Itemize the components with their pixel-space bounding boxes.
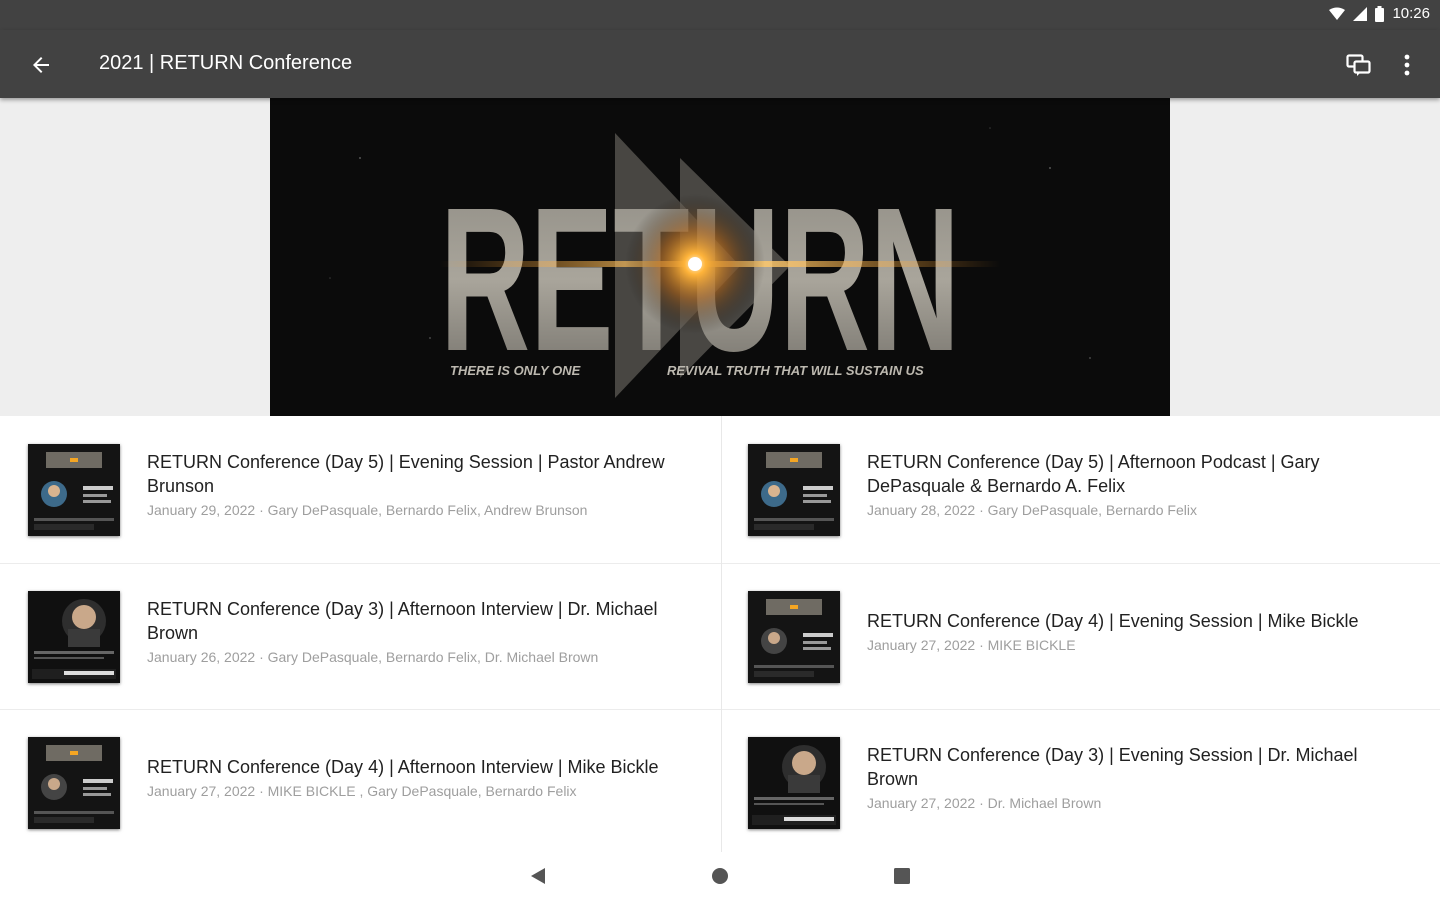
hero-artwork: RETURN THERE IS ONLY ONE REVIVAL TRUTH T… — [270, 98, 1170, 416]
hero-banner: RETURN THERE IS ONLY ONE REVIVAL TRUTH T… — [270, 98, 1170, 416]
battery-icon — [1375, 5, 1385, 22]
podcast-artwork — [748, 591, 840, 683]
episode-meta: January 29, 2022 · Gary DePasquale, Bern… — [147, 502, 588, 518]
system-nav-bar — [0, 852, 1440, 900]
more-vertical-icon — [1404, 54, 1410, 76]
status-icons: 10:26 — [1329, 5, 1430, 22]
episode-text: RETURN Conference (Day 3) | Afternoon In… — [147, 563, 687, 703]
episode-meta: January 26, 2022 · Gary DePasquale, Bern… — [147, 649, 599, 665]
nav-back-icon — [531, 868, 545, 884]
episode-thumbnail — [28, 591, 120, 683]
episode-thumbnail — [28, 737, 120, 829]
episode-item[interactable]: RETURN Conference (Day 3) | Evening Sess… — [720, 709, 1420, 849]
nav-recents-icon — [894, 868, 910, 884]
episode-text: RETURN Conference (Day 4) | Afternoon In… — [147, 709, 687, 849]
episode-text: RETURN Conference (Day 3) | Evening Sess… — [867, 709, 1407, 849]
status-bar: 10:26 — [0, 0, 1440, 30]
more-options-button[interactable] — [1388, 46, 1426, 84]
episode-thumbnail — [28, 444, 120, 536]
episode-text: RETURN Conference (Day 4) | Evening Sess… — [867, 563, 1407, 703]
page-title: 2021 | RETURN Conference — [99, 52, 353, 74]
episode-thumbnail — [748, 737, 840, 829]
signal-icon — [1353, 6, 1368, 21]
episode-item[interactable]: RETURN Conference (Day 4) | Evening Sess… — [720, 563, 1420, 703]
back-button[interactable] — [22, 46, 60, 84]
wifi-icon — [1329, 7, 1346, 21]
podcast-artwork — [748, 737, 840, 829]
episode-text: RETURN Conference (Day 5) | Afternoon Po… — [867, 416, 1407, 556]
hero-tagline-right: REVIVAL TRUTH THAT WILL SUSTAIN US — [667, 363, 924, 378]
nav-home-button[interactable] — [702, 858, 738, 894]
cast-button[interactable] — [1340, 46, 1378, 84]
episode-text: RETURN Conference (Day 5) | Evening Sess… — [147, 416, 687, 556]
episode-item[interactable]: RETURN Conference (Day 5) | Afternoon Po… — [720, 416, 1420, 556]
podcast-artwork — [28, 591, 120, 683]
nav-recents-button[interactable] — [884, 858, 920, 894]
episode-thumbnail — [748, 591, 840, 683]
app-bar: 2021 | RETURN Conference — [0, 30, 1440, 98]
episode-meta: January 27, 2022 · Dr. Michael Brown — [867, 795, 1102, 811]
cast-icon — [1346, 54, 1371, 76]
episode-title: RETURN Conference (Day 5) | Evening Sess… — [147, 452, 665, 496]
podcast-artwork — [28, 737, 120, 829]
episode-thumbnail — [748, 444, 840, 536]
nav-back-button[interactable] — [520, 858, 556, 894]
episode-title: RETURN Conference (Day 4) | Evening Sess… — [867, 611, 1359, 631]
episode-item[interactable]: RETURN Conference (Day 5) | Evening Sess… — [0, 416, 700, 556]
status-time: 10:26 — [1392, 5, 1430, 22]
episode-title: RETURN Conference (Day 3) | Evening Sess… — [867, 745, 1358, 789]
podcast-artwork — [748, 444, 840, 536]
podcast-artwork — [28, 444, 120, 536]
episode-item[interactable]: RETURN Conference (Day 4) | Afternoon In… — [0, 709, 700, 849]
episode-title: RETURN Conference (Day 4) | Afternoon In… — [147, 757, 659, 777]
hero-area: RETURN THERE IS ONLY ONE REVIVAL TRUTH T… — [0, 98, 1440, 416]
nav-home-icon — [712, 868, 728, 884]
arrow-back-icon — [33, 57, 49, 73]
episode-meta: January 27, 2022 · MIKE BICKLE , Gary De… — [147, 783, 577, 799]
episode-title: RETURN Conference (Day 3) | Afternoon In… — [147, 599, 658, 643]
episode-item[interactable]: RETURN Conference (Day 3) | Afternoon In… — [0, 563, 700, 703]
episode-meta: January 28, 2022 · Gary DePasquale, Bern… — [867, 502, 1197, 518]
episode-title: RETURN Conference (Day 5) | Afternoon Po… — [867, 452, 1320, 496]
hero-tagline-left: THERE IS ONLY ONE — [450, 363, 581, 378]
episode-meta: January 27, 2022 · MIKE BICKLE — [867, 637, 1076, 653]
